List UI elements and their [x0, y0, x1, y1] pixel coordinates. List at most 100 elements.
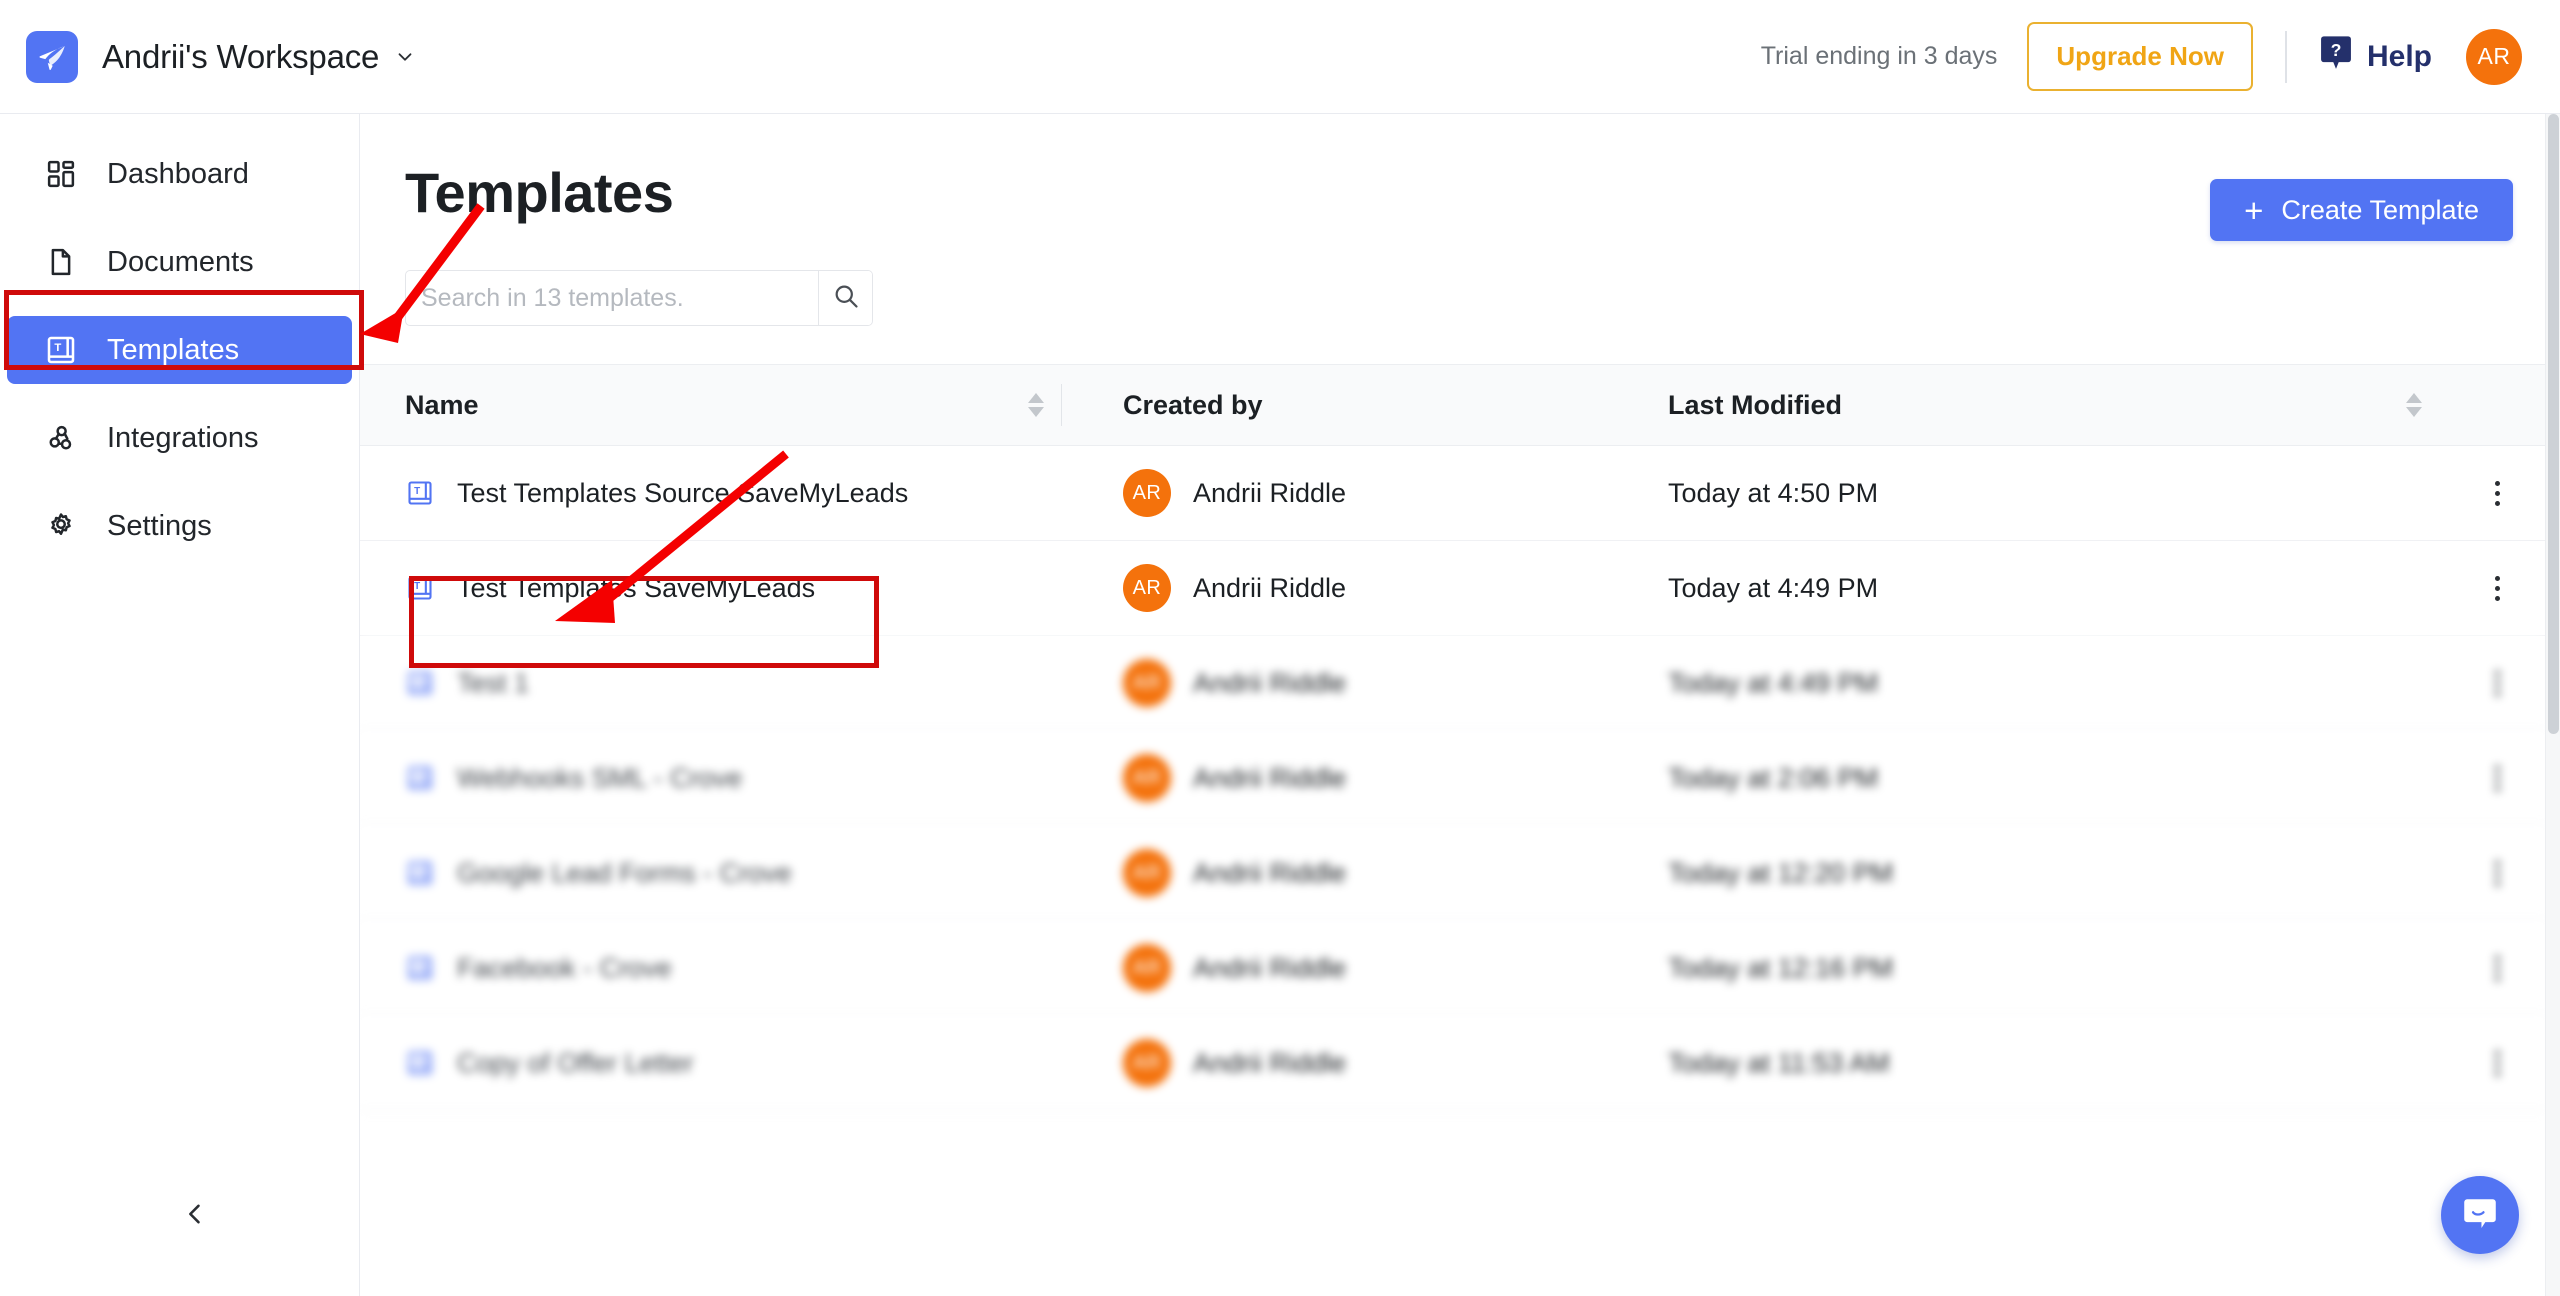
sidebar-item-documents[interactable]: Documents [7, 228, 352, 296]
row-menu-button[interactable] [2449, 758, 2545, 799]
document-page-icon [42, 243, 80, 281]
column-header-label: Name [405, 389, 479, 420]
kebab-menu-icon[interactable] [2483, 758, 2512, 799]
avatar: AR [1123, 1039, 1171, 1087]
table-row[interactable]: T Copy of Offer Letter AR Andrii Riddle Toda… [360, 1016, 2545, 1111]
avatar: AR [1123, 469, 1171, 517]
upgrade-now-button[interactable]: Upgrade Now [2027, 22, 2253, 91]
create-template-button[interactable]: + Create Template [2210, 179, 2513, 241]
scrollbar-thumb[interactable] [2548, 114, 2559, 734]
cell-name[interactable]: T Test 1 [360, 668, 1025, 699]
page-scrollbar[interactable] [2545, 114, 2560, 1296]
last-modified-value: Today at 2:06 PM [1668, 762, 1879, 793]
sidebar-collapse-button[interactable] [170, 1191, 220, 1241]
last-modified-value: Today at 4:50 PM [1668, 477, 1879, 508]
creator-name: Andrii Riddle [1193, 572, 1347, 603]
template-name: Test Templates SaveMyLeads [457, 572, 816, 603]
template-book-icon: T [405, 573, 435, 603]
cell-created-by: AR Andrii Riddle [1075, 849, 1620, 897]
workspace-name: Andrii's Workspace [102, 37, 380, 75]
cell-name[interactable]: T Test Templates SaveMyLeads [360, 573, 1025, 604]
table-row[interactable]: T Facebook - Crove AR Andrii Riddle Today at… [360, 921, 2545, 1016]
intercom-launcher-button[interactable] [2441, 1176, 2519, 1254]
table-row[interactable]: T Test Templates Source SaveMyLeads AR Andr… [360, 446, 2545, 541]
app-root: Andrii's Workspace Trial ending in 3 day… [0, 0, 2560, 1296]
sidebar-item-label: Templates [107, 333, 240, 366]
row-menu-button[interactable] [2449, 948, 2545, 989]
column-header-created-by[interactable]: Created by [1075, 390, 1620, 421]
svg-text:T: T [414, 866, 420, 877]
help-button[interactable]: ? Help [2319, 35, 2432, 78]
avatar: AR [1123, 564, 1171, 612]
cell-name[interactable]: T Webhooks SML - Crove [360, 763, 1025, 794]
sidebar-item-settings[interactable]: Settings [7, 492, 352, 560]
row-menu-button[interactable] [2449, 853, 2545, 894]
creator-name: Andrii Riddle [1193, 1047, 1347, 1078]
svg-text:T: T [414, 771, 420, 782]
create-template-label: Create Template [2281, 194, 2479, 225]
sidebar-item-templates[interactable]: T Templates [7, 316, 352, 384]
sidebar-item-label: Documents [107, 245, 254, 278]
paper-bird-logo-icon [26, 30, 78, 83]
sidebar-nav: Dashboard Documents T Templates Integrat… [0, 114, 359, 560]
sort-arrows-icon[interactable] [1025, 393, 1047, 417]
table-row[interactable]: T Webhooks SML - Crove AR Andrii Riddle Toda… [360, 731, 2545, 826]
table-row[interactable]: T Google Lead Forms - Crove AR Andrii Riddl… [360, 826, 2545, 921]
sidebar-item-label: Integrations [107, 421, 259, 454]
column-header-label: Last Modified [1668, 389, 1842, 420]
row-menu-button[interactable] [2449, 663, 2545, 704]
cell-last-modified: Today at 4:50 PM [1620, 478, 2379, 509]
kebab-menu-icon[interactable] [2483, 663, 2512, 704]
table-row[interactable]: T Test Templates SaveMyLeads AR Andrii Ridd… [360, 541, 2545, 636]
cell-created-by: AR Andrii Riddle [1075, 1039, 1620, 1087]
template-name: Google Lead Forms - Crove [457, 857, 792, 888]
cell-name[interactable]: T Copy of Offer Letter [360, 1048, 1025, 1079]
last-modified-value: Today at 4:49 PM [1668, 667, 1879, 698]
sidebar-item-label: Settings [107, 509, 212, 542]
kebab-menu-icon[interactable] [2483, 853, 2512, 894]
plus-icon: + [2244, 191, 2264, 229]
avatar: AR [1123, 849, 1171, 897]
cell-created-by: AR Andrii Riddle [1075, 564, 1620, 612]
template-book-icon: T [405, 953, 435, 983]
page-title: Templates [405, 161, 674, 224]
kebab-menu-icon[interactable] [2483, 568, 2512, 609]
search-button[interactable] [818, 271, 872, 325]
table-row[interactable]: T Test 1 AR Andrii Riddle Today at 4:49 PM [360, 636, 2545, 731]
sidebar-item-integrations[interactable]: Integrations [7, 404, 352, 472]
cell-name[interactable]: T Test Templates Source SaveMyLeads [360, 478, 1025, 509]
template-name: Webhooks SML - Crove [457, 762, 743, 793]
cell-name[interactable]: T Facebook - Crove [360, 953, 1025, 984]
intercom-chat-bubble-icon [2458, 1191, 2502, 1240]
creator-name: Andrii Riddle [1193, 667, 1347, 698]
column-header-last-modified[interactable]: Last Modified [1620, 390, 2379, 421]
sidebar-item-dashboard[interactable]: Dashboard [7, 140, 352, 208]
webhook-icon [42, 419, 80, 457]
row-menu-button[interactable] [2449, 473, 2545, 514]
kebab-menu-icon[interactable] [2483, 948, 2512, 989]
kebab-menu-icon[interactable] [2483, 1043, 2512, 1084]
top-bar: Andrii's Workspace Trial ending in 3 day… [0, 0, 2560, 114]
cell-last-modified: Today at 4:49 PM [1620, 668, 2379, 699]
table-header-row: Name Created by Last Modified [360, 364, 2545, 446]
column-header-name[interactable]: Name [360, 390, 1025, 421]
divider [2284, 30, 2287, 83]
chevron-down-icon [394, 46, 416, 68]
main-content: Templates + Create Template Name [360, 114, 2560, 1296]
cell-last-modified: Today at 2:06 PM [1620, 763, 2379, 794]
last-modified-value: Today at 4:49 PM [1668, 572, 1879, 603]
workspace-switcher[interactable]: Andrii's Workspace [26, 30, 416, 83]
cell-last-modified: Today at 12:20 PM [1620, 858, 2379, 889]
row-menu-button[interactable] [2449, 568, 2545, 609]
divider [1047, 384, 1075, 426]
sort-arrows-icon[interactable] [2379, 393, 2449, 417]
search-input[interactable] [406, 271, 818, 325]
cell-name[interactable]: T Google Lead Forms - Crove [360, 858, 1025, 889]
kebab-menu-icon[interactable] [2483, 473, 2512, 514]
user-avatar[interactable]: AR [2466, 28, 2522, 85]
row-menu-button[interactable] [2449, 1043, 2545, 1084]
top-bar-actions: Trial ending in 3 days Upgrade Now ? Hel… [1761, 22, 2522, 91]
creator-name: Andrii Riddle [1193, 952, 1347, 983]
avatar: AR [1123, 754, 1171, 802]
template-book-icon: T [405, 1048, 435, 1078]
